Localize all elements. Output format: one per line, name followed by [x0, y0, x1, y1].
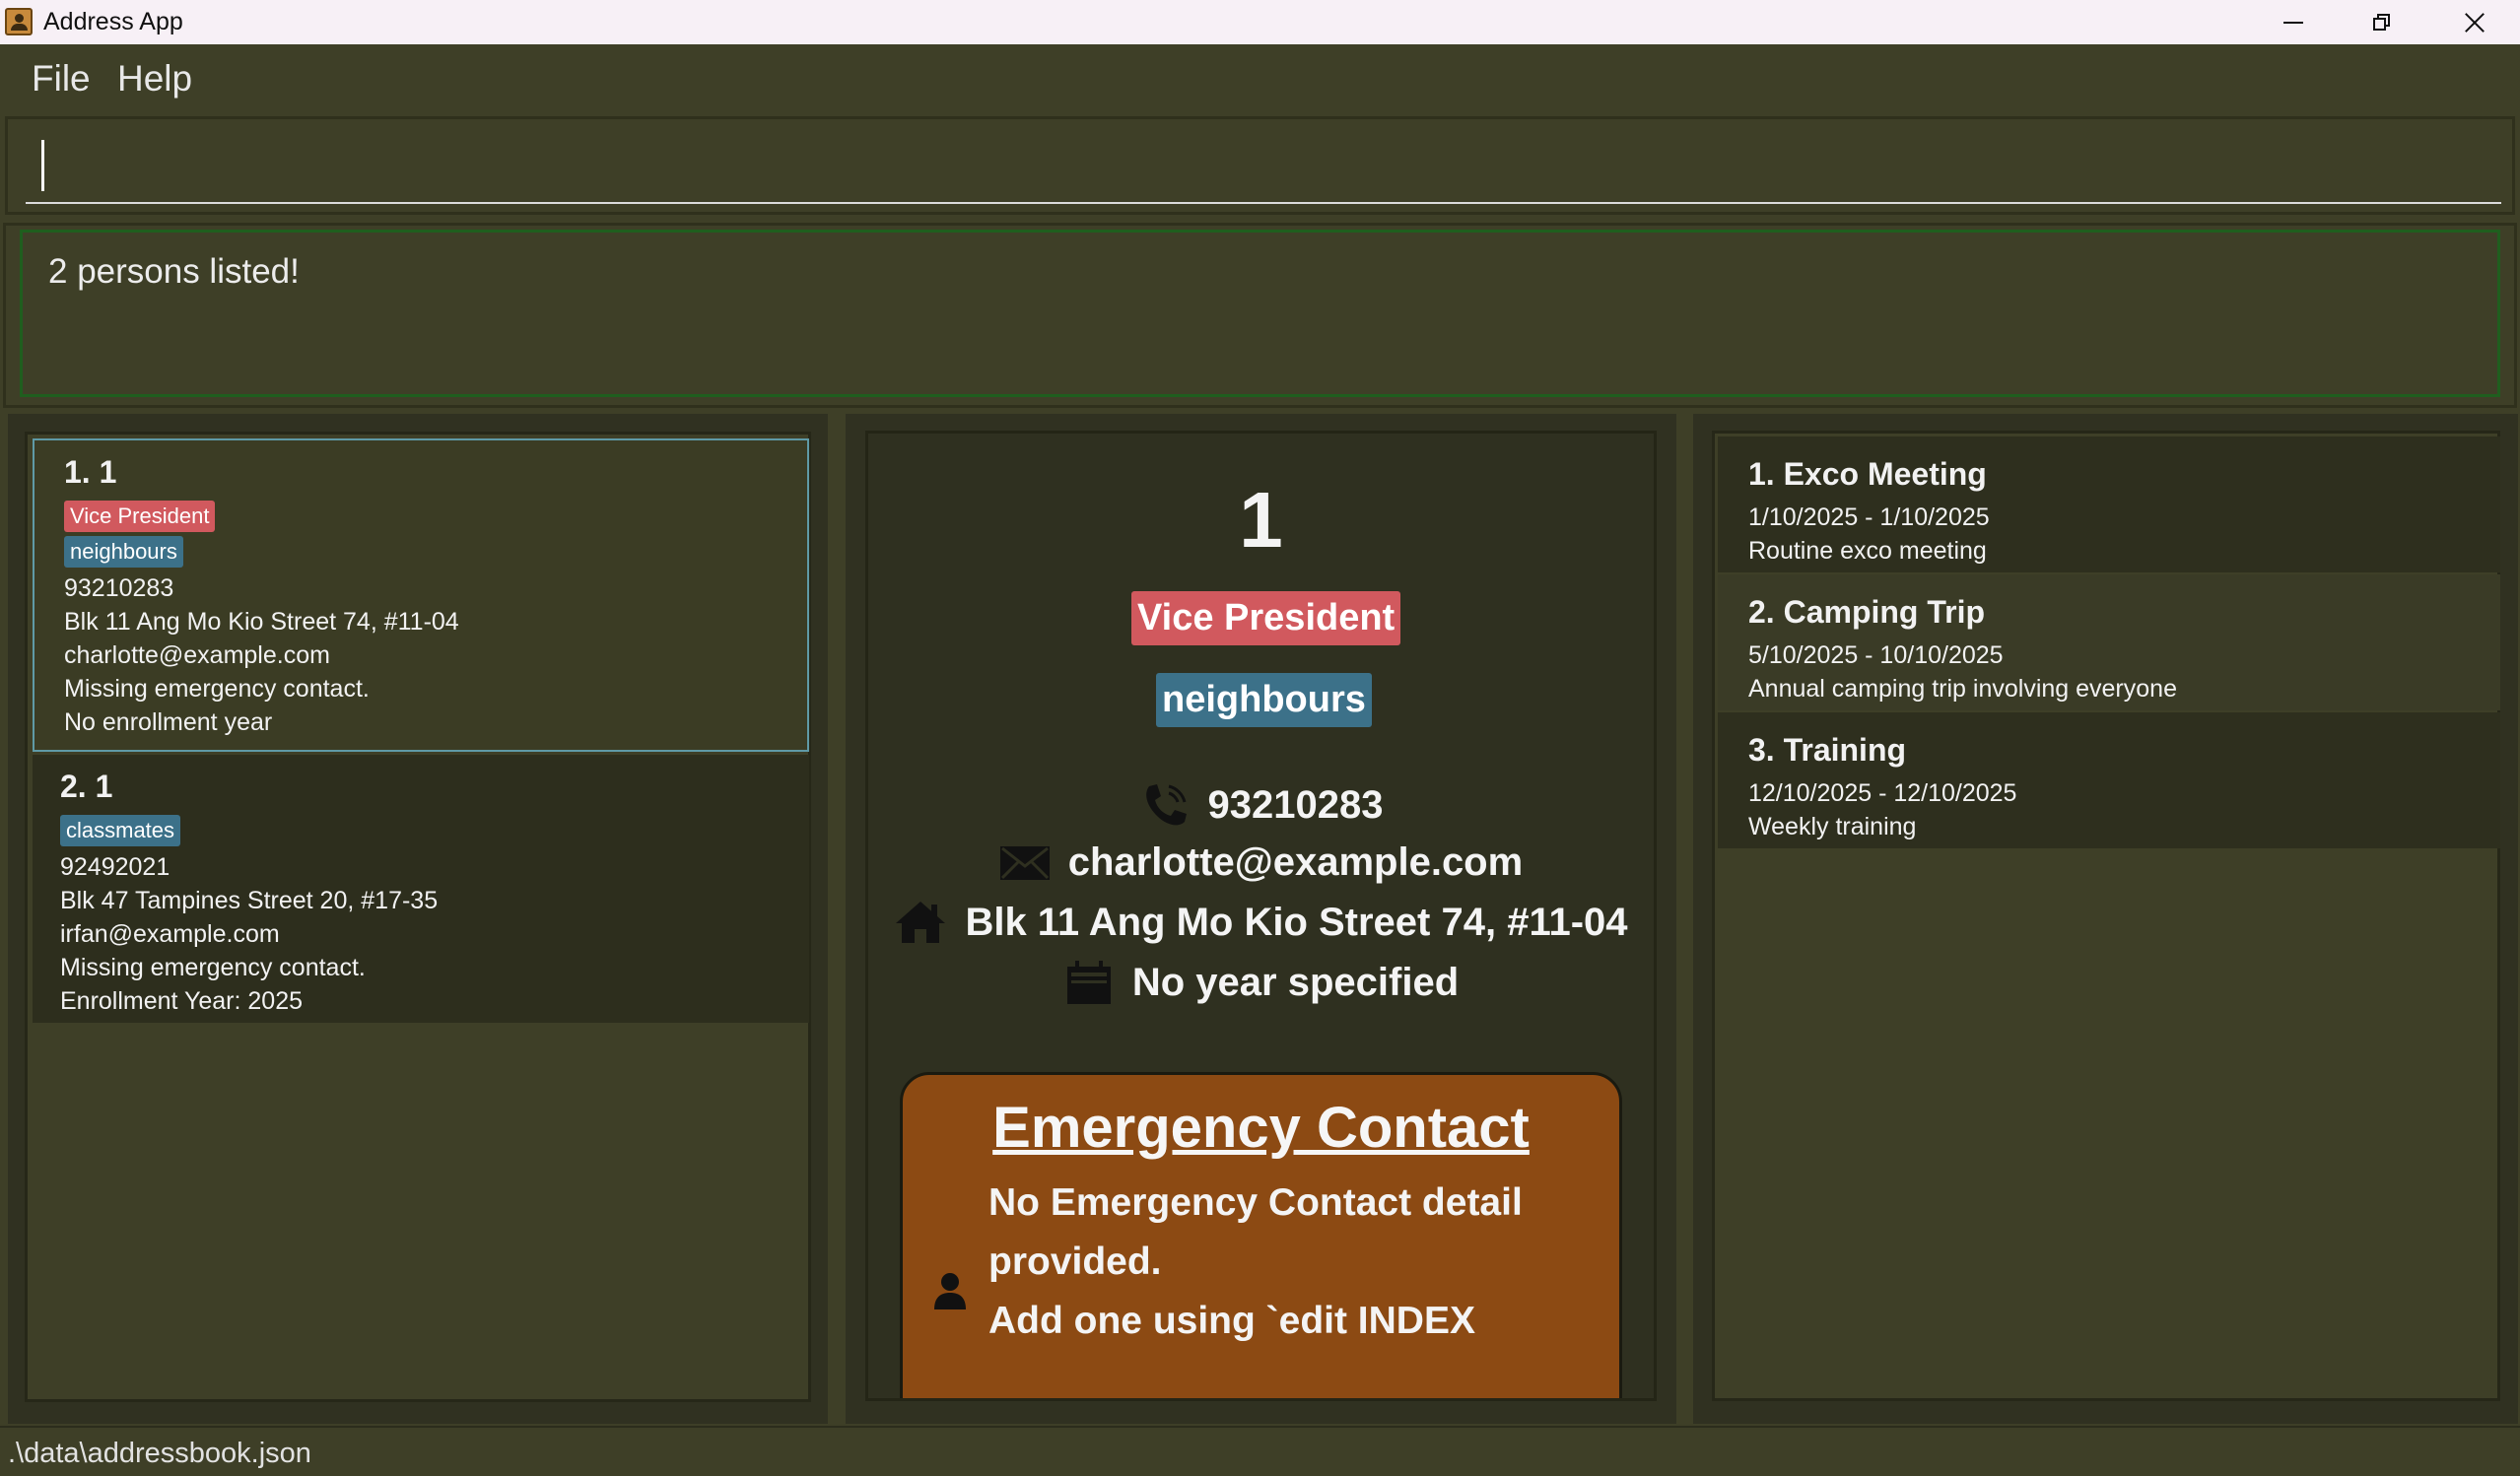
close-icon	[2464, 12, 2486, 34]
detail-address-row: Blk 11 Ang Mo Kio Street 74, #11-04	[868, 900, 1654, 945]
event-description: Routine exco meeting	[1748, 537, 1987, 565]
person-phone: 92492021	[60, 853, 170, 881]
detail-name: 1	[1239, 476, 1283, 564]
event-title: 3. Training	[1748, 732, 1907, 768]
detail-phone-row: 93210283	[868, 780, 1654, 830]
detail-tag-role: Vice President	[1131, 591, 1401, 645]
save-location: .\data\addressbook.json	[8, 1438, 311, 1469]
home-icon	[896, 902, 946, 943]
event-card[interactable]: 2. Camping Trip 5/10/2025 - 10/10/2025 A…	[1718, 574, 2500, 710]
detail-tag-group: neighbours	[1156, 673, 1372, 727]
title-bar: Address App	[0, 0, 2520, 44]
detail-phone: 93210283	[1207, 782, 1384, 827]
person-emergency: Missing emergency contact.	[64, 675, 370, 703]
person-year: Enrollment Year: 2025	[60, 987, 304, 1015]
envelope-icon	[999, 845, 1050, 880]
event-dates: 1/10/2025 - 1/10/2025	[1748, 503, 1990, 531]
person-list[interactable]: 1. 1 Vice President neighbours 93210283 …	[25, 432, 811, 1402]
menu-bar: File Help	[0, 44, 2520, 113]
person-emergency: Missing emergency contact.	[60, 954, 366, 981]
person-card[interactable]: 1. 1 Vice President neighbours 93210283 …	[33, 438, 809, 752]
window-title: Address App	[43, 8, 183, 35]
person-address: Blk 11 Ang Mo Kio Street 74, #11-04	[64, 608, 459, 636]
person-card[interactable]: 2. 1 classmates 92492021 Blk 47 Tampines…	[33, 755, 809, 1023]
emergency-contact-box: Emergency Contact No Emergency Contact d…	[900, 1072, 1622, 1398]
calendar-icon	[1066, 961, 1111, 1004]
person-email: irfan@example.com	[60, 920, 280, 948]
detail-address: Blk 11 Ang Mo Kio Street 74, #11-04	[965, 900, 1628, 944]
close-button[interactable]	[2430, 0, 2519, 44]
emergency-line-1: No Emergency Contact detail provided.	[988, 1181, 1523, 1283]
result-message: 2 persons listed!	[48, 252, 300, 291]
event-description: Annual camping trip involving everyone	[1748, 675, 2177, 703]
tag-vice-president: Vice President	[64, 501, 216, 532]
command-box	[5, 116, 2515, 215]
person-detail-panel: 1 Vice President neighbours 93210283 cha…	[865, 431, 1657, 1401]
detail-year-row: No year specified	[868, 959, 1654, 1006]
phone-icon	[1145, 784, 1187, 826]
person-address: Blk 47 Tampines Street 20, #17-35	[60, 887, 439, 914]
person-icon	[934, 1273, 966, 1309]
emergency-message: No Emergency Contact detail provided. Ad…	[988, 1174, 1580, 1351]
tag-classmates: classmates	[60, 815, 181, 846]
event-list[interactable]: 1. Exco Meeting 1/10/2025 - 1/10/2025 Ro…	[1712, 431, 2500, 1401]
person-index: 1. 1	[64, 454, 117, 490]
minimize-icon	[2283, 21, 2303, 24]
detail-year: No year specified	[1131, 960, 1460, 1004]
event-dates: 5/10/2025 - 10/10/2025	[1748, 641, 2004, 669]
menu-file[interactable]: File	[32, 58, 91, 100]
event-description: Weekly training	[1748, 813, 1917, 840]
app-icon	[5, 8, 33, 35]
result-box	[20, 230, 2500, 397]
command-input[interactable]	[26, 137, 2501, 204]
person-index: 2. 1	[60, 769, 113, 804]
menu-help[interactable]: Help	[117, 58, 192, 100]
maximize-button[interactable]	[2338, 0, 2426, 44]
event-title: 2. Camping Trip	[1748, 594, 1986, 630]
event-title: 1. Exco Meeting	[1748, 456, 1987, 492]
text-caret	[41, 140, 44, 191]
restore-icon	[2373, 13, 2391, 32]
emergency-title: Emergency Contact	[992, 1096, 1530, 1160]
person-email: charlotte@example.com	[64, 641, 330, 669]
event-card[interactable]: 1. Exco Meeting 1/10/2025 - 1/10/2025 Ro…	[1718, 436, 2500, 572]
detail-email: charlotte@example.com	[1067, 840, 1524, 884]
status-bar: .\data\addressbook.json	[0, 1426, 2520, 1476]
detail-email-row: charlotte@example.com	[868, 840, 1654, 885]
person-phone: 93210283	[64, 574, 174, 602]
person-year: No enrollment year	[64, 708, 273, 736]
emergency-line-2: Add one using `edit INDEX	[988, 1300, 1475, 1342]
tag-neighbours: neighbours	[64, 536, 183, 568]
event-card[interactable]: 3. Training 12/10/2025 - 12/10/2025 Week…	[1718, 712, 2500, 848]
event-dates: 12/10/2025 - 12/10/2025	[1748, 779, 2017, 807]
minimize-button[interactable]	[2249, 0, 2338, 44]
